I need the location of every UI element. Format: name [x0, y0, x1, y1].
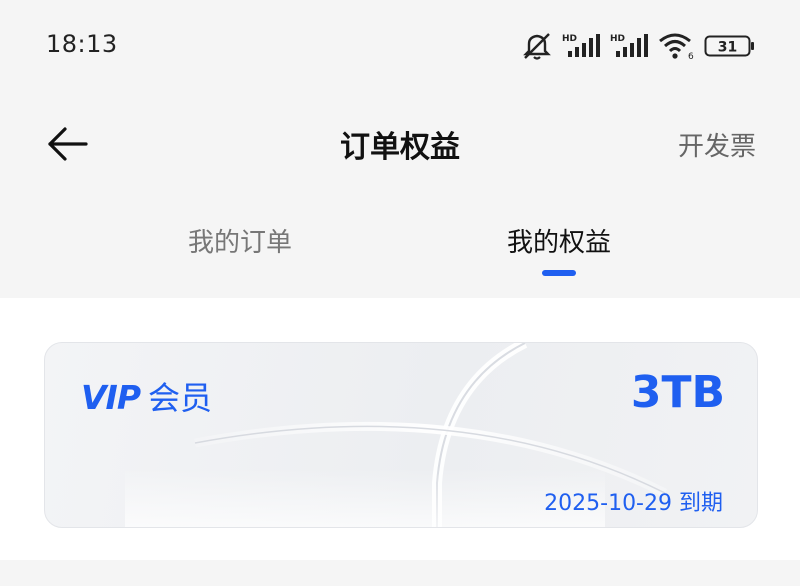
invoice-button[interactable]: 开发票 — [678, 126, 756, 163]
battery-level: 31 — [718, 40, 737, 56]
tab-my-orders[interactable]: 我的订单 — [120, 222, 360, 259]
vip-label: VIP 会员 — [81, 373, 212, 419]
status-bar: 18:13 HD HD 6 31 — [0, 0, 800, 90]
vip-title: 会员 — [148, 379, 213, 417]
battery-icon: 31 — [704, 34, 756, 58]
status-time: 18:13 — [46, 30, 118, 58]
storage-capacity: 3TB — [630, 367, 725, 418]
wifi-sub-label: 6 — [688, 52, 694, 61]
hd-label-1: HD — [562, 34, 577, 44]
tab-my-benefits[interactable]: 我的权益 — [439, 222, 679, 259]
benefits-content: VIP 会员 3TB 2025-10-29 到期 — [0, 298, 800, 560]
vip-membership-card[interactable]: VIP 会员 3TB 2025-10-29 到期 — [44, 342, 758, 528]
hd-signal-icon: HD — [610, 31, 650, 61]
vip-logo: VIP — [81, 378, 141, 417]
nav-bar: 订单权益 开发票 — [0, 100, 800, 186]
tab-bar: 我的订单 我的权益 — [0, 210, 800, 298]
expiry-date: 2025-10-29 到期 — [544, 491, 723, 516]
bottom-area — [0, 560, 800, 586]
hd-label-2: HD — [610, 34, 625, 44]
active-tab-indicator — [542, 270, 576, 276]
hd-signal-icon: HD — [562, 31, 602, 61]
mute-icon — [520, 31, 554, 61]
wifi-icon: 6 — [658, 31, 696, 61]
status-icons: HD HD 6 31 — [520, 30, 756, 62]
